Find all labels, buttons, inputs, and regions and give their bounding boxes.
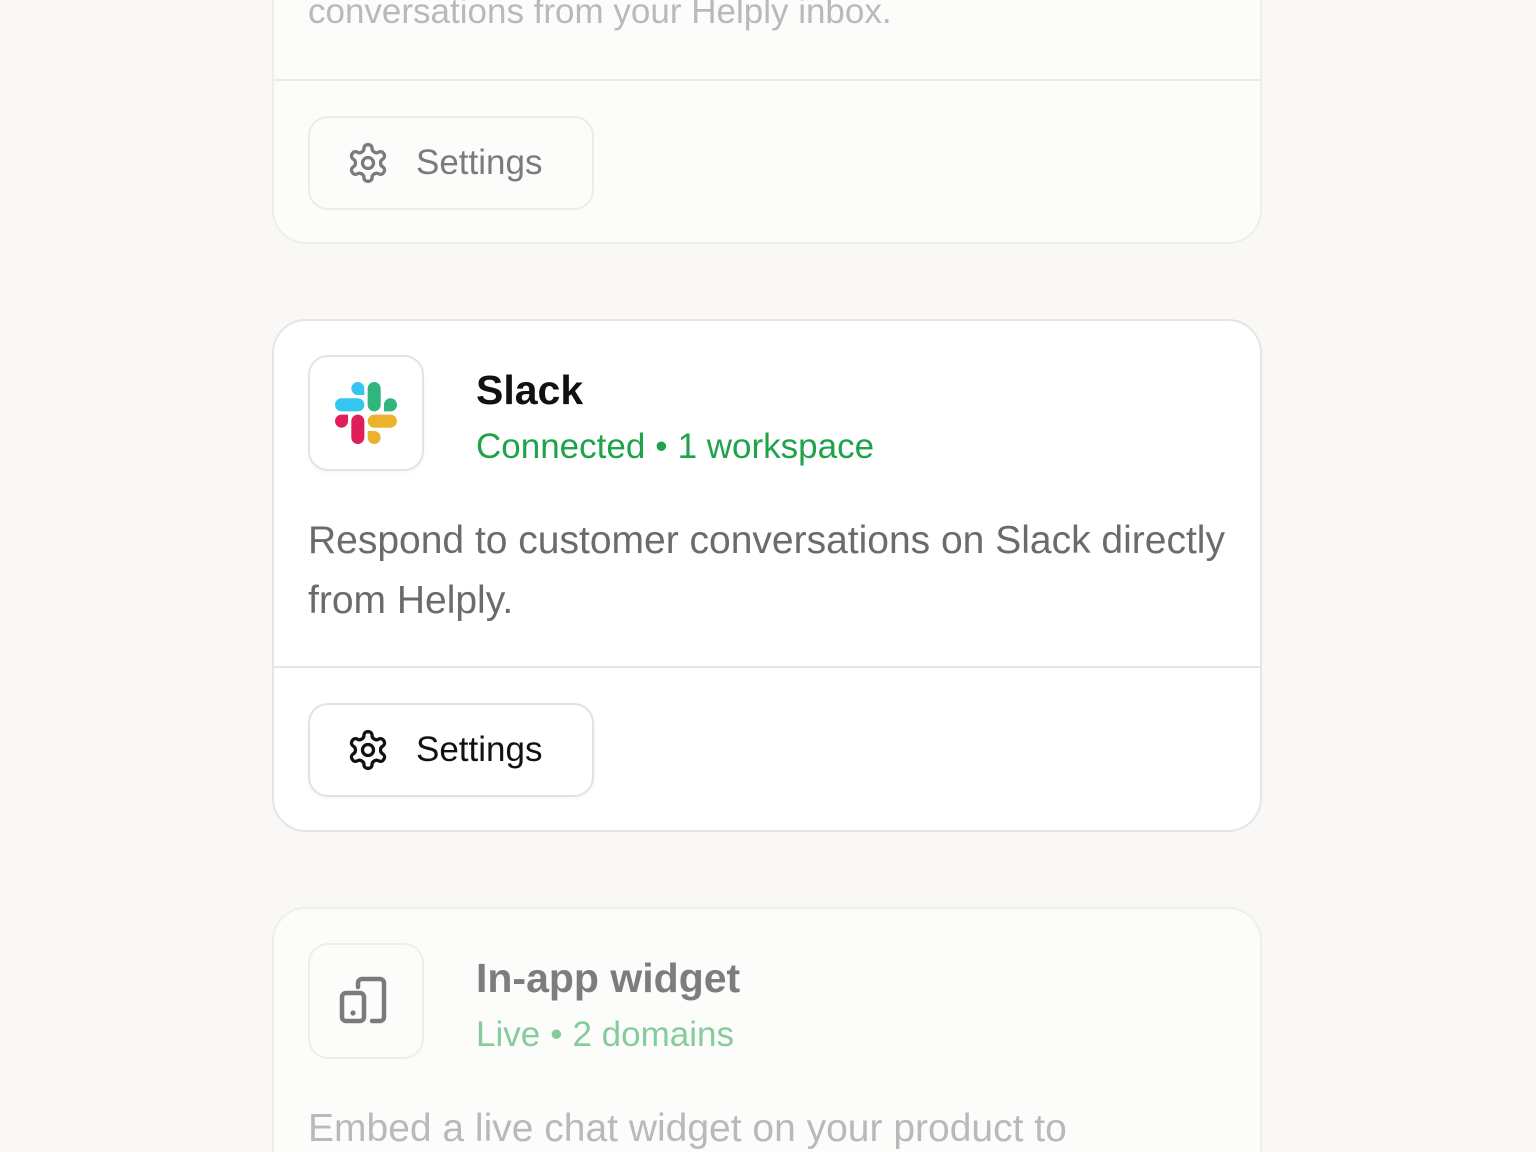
integration-description: Embed a live chat widget on your product…: [308, 1107, 1067, 1150]
settings-button[interactable]: Settings: [308, 703, 594, 797]
integrations-page: conversations from your Helply inbox. Se…: [0, 0, 1536, 1152]
status-separator: •: [550, 1015, 563, 1054]
integration-status: Live • 2 domains: [476, 1015, 734, 1055]
device-icon: [339, 976, 387, 1024]
integration-description: conversations from your Helply inbox.: [308, 0, 892, 31]
settings-button-label: Settings: [416, 143, 543, 182]
integration-card-slack: Slack Connected • 1 workspace Respond to c…: [272, 319, 1262, 832]
slack-logo-tile: [308, 355, 424, 471]
integration-title: Slack: [476, 367, 584, 413]
settings-button-label: Settings: [416, 730, 543, 769]
status-separator: •: [655, 427, 668, 466]
settings-button[interactable]: Settings: [308, 116, 594, 210]
status-detail: 2 domains: [572, 1015, 734, 1054]
integration-card-email: conversations from your Helply inbox. Se…: [272, 0, 1262, 244]
integration-card-widget: In-app widget Live • 2 domains Embed a liv…: [272, 907, 1262, 1152]
gear-icon: [349, 730, 387, 770]
slack-logo-icon: [335, 382, 397, 444]
widget-logo-tile: [308, 943, 424, 1059]
status-text: Live: [476, 1015, 541, 1054]
integration-title: In-app widget: [476, 955, 741, 1001]
gear-icon: [349, 143, 387, 183]
card-divider: [274, 666, 1260, 668]
integration-description: Respond to customer conversations on Sla…: [308, 519, 1225, 622]
status-detail: 1 workspace: [677, 427, 875, 466]
status-text: Connected: [476, 427, 646, 466]
card-divider: [274, 79, 1260, 81]
integration-status: Connected • 1 workspace: [476, 427, 874, 467]
